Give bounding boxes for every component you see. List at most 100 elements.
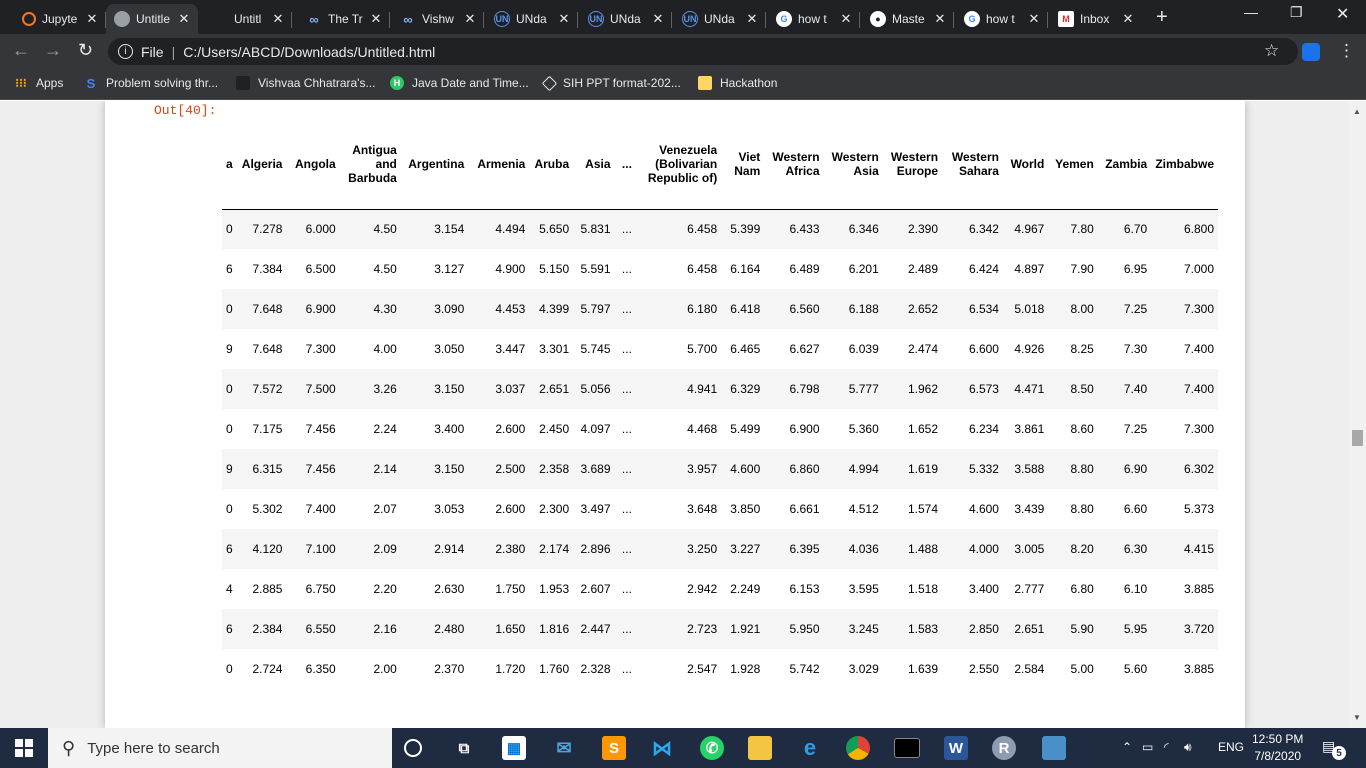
volume-icon[interactable]: 🔊︎	[1184, 740, 1192, 755]
column-header: ...	[614, 119, 636, 210]
network-icon[interactable]: ▭	[1142, 740, 1153, 754]
bookmark-star-icon[interactable]: ☆	[1264, 41, 1279, 61]
bookmark-vishvaa[interactable]: Vishvaa Chhatrara's...	[236, 76, 375, 90]
tab-1[interactable]: Jupyte ✕	[14, 4, 106, 34]
close-icon[interactable]: ✕	[270, 11, 286, 27]
tab-4[interactable]: ∞ The Tr ✕	[298, 4, 390, 34]
close-icon[interactable]: ✕	[1026, 11, 1042, 27]
taskbar-search[interactable]: ⚲ Type here to search	[48, 728, 392, 768]
restore-button[interactable]: ❐	[1290, 4, 1303, 21]
close-icon[interactable]: ✕	[176, 11, 192, 27]
word-icon[interactable]: W	[944, 736, 968, 760]
close-icon[interactable]: ✕	[932, 11, 948, 27]
table-body: 0 7.278 6.000 4.50 3.154 4.494 5.650 5.831... 6.…	[222, 209, 1218, 689]
forward-button[interactable]: →	[44, 40, 62, 61]
table-cell: 5.399	[730, 222, 761, 237]
table-cell: 6.424	[968, 262, 999, 276]
chrome-icon[interactable]	[846, 736, 870, 760]
reload-button[interactable]: ↻	[78, 40, 93, 61]
table-cell: 2.07	[373, 502, 397, 516]
tab-6[interactable]: UN UNda ✕	[486, 4, 578, 34]
tab-5[interactable]: ∞ Vishw ✕	[392, 4, 484, 34]
mail-icon[interactable]: ✉	[552, 736, 576, 760]
un-icon: UN	[494, 11, 510, 27]
tab-2[interactable]: Untitle ✕	[106, 4, 198, 34]
cortana-icon[interactable]	[404, 739, 422, 757]
table-cell: 3.957	[687, 462, 718, 476]
table-cell: 3.447	[495, 342, 526, 356]
tab-10[interactable]: ● Maste ✕	[862, 4, 954, 34]
language-indicator[interactable]: ENG	[1218, 740, 1244, 754]
close-icon[interactable]: ✕	[368, 11, 384, 27]
column-header: Argentina	[400, 119, 469, 210]
system-clock[interactable]: 12:50 PM 7/8/2020	[1252, 731, 1303, 765]
tab-11[interactable]: G how t ✕	[956, 4, 1048, 34]
table-cell: 6.039	[848, 342, 879, 356]
terminal-icon[interactable]	[894, 738, 920, 758]
scrollbar-thumb[interactable]	[1352, 430, 1363, 446]
table-cell: ...	[621, 662, 632, 676]
table-cell: 7.400	[1183, 342, 1214, 356]
explorer-icon[interactable]	[748, 736, 772, 760]
table-cell: 6.164	[730, 262, 761, 276]
bookmark-java-date[interactable]: H Java Date and Time...	[390, 76, 529, 90]
close-window-button[interactable]: ✕	[1336, 4, 1349, 24]
address-bar[interactable]: i File | C:/Users/ABCD/Downloads/Untitle…	[108, 38, 1298, 65]
table-cell: 6.90	[1123, 462, 1148, 476]
sublime-icon[interactable]: S	[602, 736, 626, 760]
table-cell: 4.120	[252, 542, 283, 556]
menu-icon[interactable]: ⋮	[1338, 41, 1355, 61]
tab-7[interactable]: UN UNda ✕	[580, 4, 672, 34]
close-icon[interactable]: ✕	[84, 11, 100, 27]
photos-icon[interactable]	[1042, 736, 1066, 760]
vscode-icon[interactable]: ⋈	[650, 736, 674, 760]
table-cell: ...	[621, 502, 632, 516]
table-cell: 1.650	[495, 622, 526, 636]
table-cell: 6.900	[789, 422, 820, 436]
close-icon[interactable]: ✕	[462, 11, 478, 27]
back-button[interactable]: ←	[12, 40, 30, 61]
table-cell: 0	[226, 302, 233, 316]
browser-toolbar: ← → ↻ i File | C:/Users/ABCD/Downloads/U…	[0, 34, 1366, 68]
vertical-scrollbar[interactable]: ▲ ▼	[1349, 101, 1366, 728]
tray-chevron-icon[interactable]: ⌃	[1122, 740, 1132, 754]
bookmark-hackathon[interactable]: Hackathon	[698, 76, 777, 90]
close-icon[interactable]: ✕	[556, 11, 572, 27]
extension-icon[interactable]	[1302, 43, 1320, 61]
tab-8[interactable]: UN UNda ✕	[674, 4, 766, 34]
github-icon: ●	[870, 11, 886, 27]
close-icon[interactable]: ✕	[838, 11, 854, 27]
gmail-icon: M	[1058, 11, 1074, 27]
table-cell: 2.723	[687, 622, 718, 636]
table-cell: 6.60	[1123, 502, 1148, 516]
close-icon[interactable]: ✕	[744, 11, 760, 27]
store-icon[interactable]: ▦	[502, 736, 526, 760]
tab-3[interactable]: Untitl ✕	[226, 4, 292, 34]
scroll-up-arrow[interactable]: ▲	[1353, 107, 1361, 116]
bookmark-problem-solving[interactable]: S Problem solving thr...	[84, 76, 218, 91]
table-cell: 6.346	[848, 222, 879, 237]
close-icon[interactable]: ✕	[650, 11, 666, 27]
wifi-icon[interactable]: ◜	[1164, 740, 1169, 754]
table-header-row: a Algeria Angola Antigua and Barbuda Argenti…	[222, 119, 1218, 210]
task-view-icon[interactable]: ⧉	[452, 736, 476, 760]
bookmark-sih-ppt[interactable]: SIH PPT format-202...	[541, 75, 681, 91]
info-icon[interactable]: i	[118, 44, 133, 59]
clock-date: 7/8/2020	[1254, 749, 1302, 763]
start-button[interactable]	[0, 728, 48, 768]
table-cell: 5.700	[687, 342, 718, 356]
tab-9[interactable]: G how t ✕	[768, 4, 860, 34]
tab-12[interactable]: M Inbox ✕	[1050, 4, 1142, 34]
edge-icon[interactable]: e	[798, 735, 822, 760]
sih-icon	[541, 75, 558, 91]
whatsapp-icon[interactable]: ✆	[700, 736, 724, 760]
r-icon[interactable]: R	[992, 736, 1016, 760]
table-cell: 7.175	[252, 422, 283, 436]
close-icon[interactable]: ✕	[1120, 11, 1136, 27]
action-center-button[interactable]: ▤ 5	[1322, 738, 1346, 760]
table-cell: 5.95	[1123, 622, 1148, 636]
bookmark-apps[interactable]: ⁝⁝⁝ Apps	[14, 76, 63, 90]
minimize-button[interactable]: —	[1244, 4, 1258, 20]
scroll-down-arrow[interactable]: ▼	[1353, 713, 1361, 722]
new-tab-button[interactable]: +	[1156, 6, 1168, 29]
